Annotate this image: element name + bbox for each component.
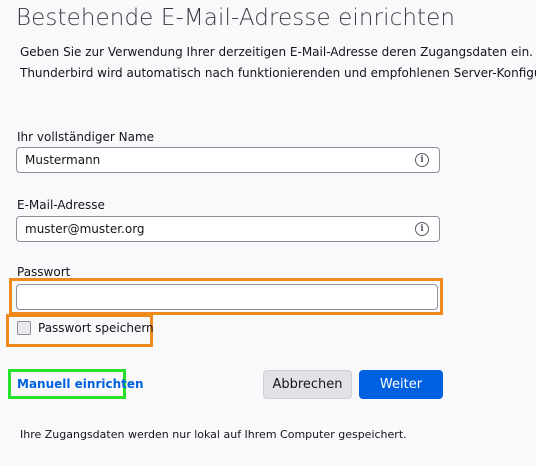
- info-icon[interactable]: i: [415, 153, 429, 167]
- name-field[interactable]: [16, 147, 440, 173]
- continue-button[interactable]: Weiter: [359, 370, 443, 399]
- page-description: Geben Sie zur Verwendung Ihrer derzeitig…: [20, 42, 536, 84]
- email-label: E-Mail-Adresse: [17, 198, 105, 212]
- privacy-note: Ihre Zugangsdaten werden nur lokal auf I…: [20, 428, 407, 441]
- remember-password-label[interactable]: Passwort speichern: [38, 321, 154, 335]
- manual-setup-link[interactable]: Manuell einrichten: [17, 377, 144, 391]
- info-icon[interactable]: i: [415, 222, 429, 236]
- page-title: Bestehende E-Mail-Adresse einrichten: [16, 5, 456, 31]
- email-field[interactable]: [16, 216, 440, 242]
- password-field[interactable]: [16, 284, 438, 310]
- remember-password-checkbox[interactable]: [17, 321, 31, 335]
- password-label: Passwort: [17, 265, 71, 279]
- name-label: Ihr vollständiger Name: [17, 130, 155, 144]
- description-line-2: Thunderbird wird automatisch nach funkti…: [20, 66, 536, 80]
- description-line-1: Geben Sie zur Verwendung Ihrer derzeitig…: [20, 45, 533, 59]
- cancel-button[interactable]: Abbrechen: [263, 370, 352, 399]
